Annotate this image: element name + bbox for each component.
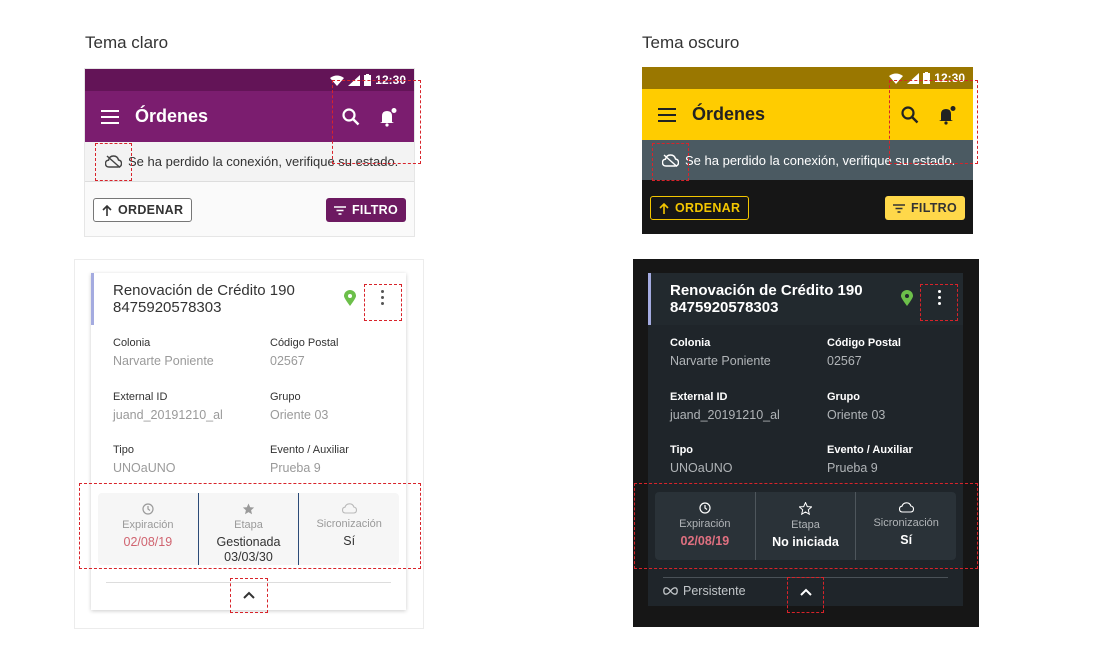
app-title: Órdenes — [692, 104, 766, 124]
order-button[interactable]: ORDENAR — [650, 196, 750, 220]
dark-theme-title: Tema oscuro — [642, 33, 740, 52]
field-codigo-postal: Código Postal 02567 — [827, 337, 901, 368]
card-divider — [663, 577, 948, 578]
star-icon — [799, 502, 812, 515]
order-card[interactable]: Renovación de Crédito 190 8475920578303 … — [91, 273, 406, 610]
signal-icon — [348, 74, 361, 86]
cloud-icon — [341, 503, 357, 514]
battery-icon — [364, 74, 372, 86]
field-external-id: External ID juand_20191210_al — [113, 390, 223, 422]
cloud-icon — [898, 502, 914, 513]
field-grupo: Grupo Oriente 03 — [270, 390, 329, 422]
stat-expiracion: Expiración 02/08/19 — [655, 492, 755, 560]
infinity-icon — [663, 587, 678, 595]
clock-icon — [699, 502, 711, 514]
location-pin-icon — [344, 290, 356, 306]
offline-text: Se ha perdido la conexión, verifique su … — [685, 152, 956, 168]
order-card[interactable]: Renovación de Crédito 190 8475920578303 … — [648, 273, 963, 606]
bell-icon[interactable] — [378, 107, 398, 127]
card-fields: Colonia Narvarte Poniente Código Postal 02… — [91, 325, 406, 498]
card-header: Renovación de Crédito 190 8475920578303 — [648, 273, 963, 325]
status-time: 12:30 — [375, 73, 406, 87]
clock-icon — [142, 503, 154, 515]
filter-button[interactable]: FILTRO — [884, 196, 965, 220]
filter-label: FILTRO — [910, 201, 957, 215]
arrow-up-icon — [659, 202, 669, 214]
field-colonia: Colonia Narvarte Poniente — [670, 337, 771, 368]
filter-icon — [333, 205, 346, 215]
dark-phone-header: 12:30 Órdenes Se ha perdido la conexión,… — [642, 67, 973, 234]
field-codigo-postal: Código Postal 02567 — [270, 337, 339, 368]
field-evento: Evento / Auxiliar Prueba 9 — [270, 444, 349, 475]
wifi-icon — [330, 75, 345, 86]
battery-icon — [923, 72, 931, 84]
search-icon[interactable] — [901, 105, 919, 124]
star-icon — [242, 503, 255, 515]
offline-banner: Se ha perdido la conexión, verifique su … — [85, 142, 414, 182]
app-bar: Órdenes — [642, 89, 973, 140]
stat-etapa: Etapa Gestionada 03/03/30 — [197, 493, 299, 565]
chevron-up-icon[interactable] — [800, 588, 812, 596]
offline-text: Se ha perdido la conexión, verifique su … — [128, 154, 399, 169]
light-phone-header: 12:30 Órdenes Se ha perdido la conexión,… — [84, 68, 415, 237]
light-theme-title: Tema claro — [85, 33, 169, 52]
arrow-up-icon — [102, 204, 112, 216]
card-stats: Expiración 02/08/19 Etapa No iniciada Si… — [655, 492, 956, 560]
search-icon[interactable] — [342, 107, 360, 126]
status-time: 12:30 — [934, 71, 965, 85]
order-label: ORDENAR — [118, 203, 184, 217]
menu-icon[interactable] — [658, 107, 676, 122]
cloud-off-icon — [105, 155, 122, 168]
stat-etapa: Etapa No iniciada — [754, 492, 856, 560]
cloud-off-icon — [662, 153, 679, 167]
signal-icon — [907, 72, 920, 84]
offline-banner: Se ha perdido la conexión, verifique su … — [642, 140, 973, 180]
order-button[interactable]: ORDENAR — [93, 198, 193, 222]
status-bar: 12:30 — [85, 69, 414, 91]
field-grupo: Grupo Oriente 03 — [827, 390, 886, 422]
status-bar: 12:30 — [642, 67, 973, 89]
filter-icon — [892, 203, 905, 213]
order-label: ORDENAR — [675, 201, 741, 215]
location-pin-icon — [901, 290, 913, 306]
wifi-icon — [889, 73, 904, 84]
stat-expiracion: Expiración 02/08/19 — [98, 493, 198, 565]
actions-bar: ORDENAR FILTRO — [85, 182, 414, 236]
card-fields: Colonia Narvarte Poniente Código Postal 02… — [648, 325, 963, 498]
chevron-up-icon[interactable] — [243, 591, 255, 599]
field-external-id: External ID juand_20191210_al — [670, 390, 780, 422]
field-tipo: Tipo UNOaUNO — [113, 444, 176, 475]
card-divider — [106, 582, 391, 583]
bell-icon[interactable] — [937, 105, 957, 125]
app-title: Órdenes — [135, 106, 209, 126]
filter-button[interactable]: FILTRO — [325, 198, 406, 222]
stat-sincronizacion: Sicronización Sí — [855, 492, 956, 560]
field-colonia: Colonia Narvarte Poniente — [113, 337, 214, 368]
actions-bar: ORDENAR FILTRO — [642, 180, 973, 234]
persistent-label: Persistente — [663, 584, 746, 598]
more-vert-icon[interactable] — [938, 290, 941, 305]
menu-icon[interactable] — [101, 109, 119, 124]
more-vert-icon[interactable] — [381, 290, 384, 305]
card-header: Renovación de Crédito 190 8475920578303 — [91, 273, 406, 325]
card-stats: Expiración 02/08/19 Etapa Gestionada 03/0… — [98, 493, 399, 565]
app-bar: Órdenes — [85, 91, 414, 142]
field-evento: Evento / Auxiliar Prueba 9 — [827, 444, 913, 475]
field-tipo: Tipo UNOaUNO — [670, 444, 733, 475]
stat-sincronizacion: Sicronización Sí — [298, 493, 399, 565]
filter-label: FILTRO — [351, 203, 398, 217]
